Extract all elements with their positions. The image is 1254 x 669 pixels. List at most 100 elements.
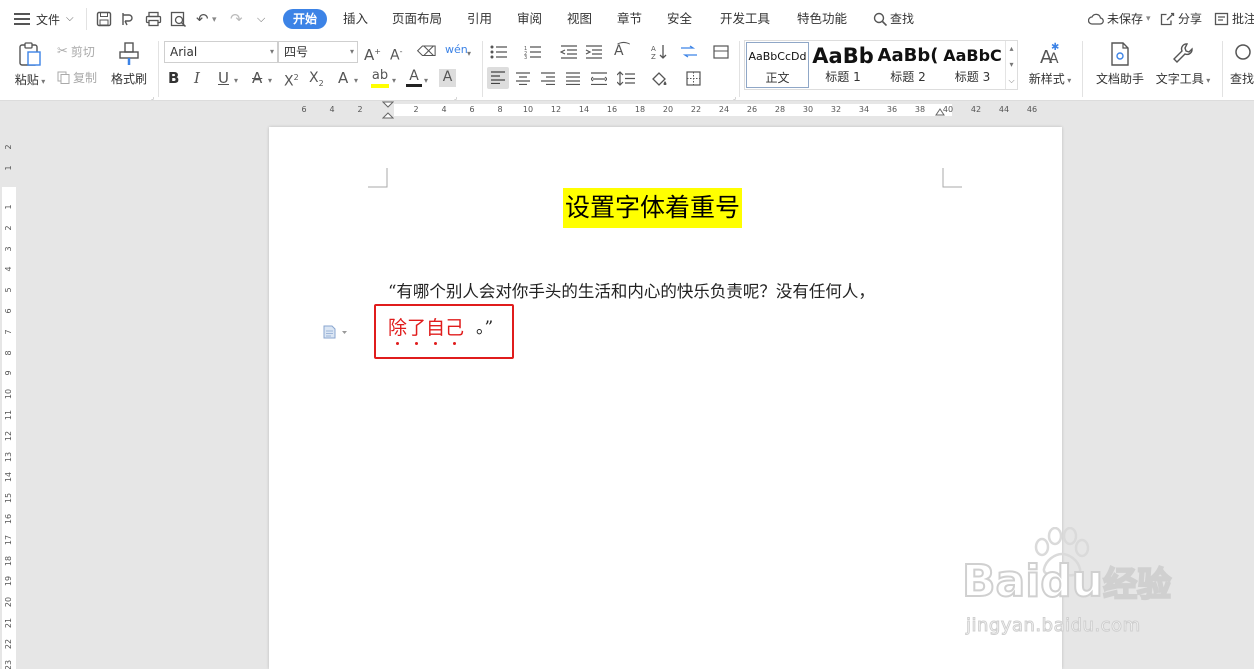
tab-security[interactable]: 安全 <box>667 10 692 28</box>
phonetic-guide-icon[interactable]: wén <box>445 42 468 58</box>
menu-bar: 文件 ⌵ ↶ ▾ ↷ ⌵ 开始 插入 页面布局 引用 审阅 视图 章节 安全 开… <box>0 0 1254 37</box>
font-color-button[interactable]: A <box>406 68 422 87</box>
grow-font-icon[interactable]: A+ <box>364 44 381 63</box>
ruler-tick-label: 2 <box>4 225 13 231</box>
styles-scroll[interactable]: ▴ ▾ ⌵ <box>1005 41 1017 89</box>
group-launcher-icon[interactable]: ⌟ <box>733 93 736 101</box>
distribute-icon[interactable] <box>591 72 607 85</box>
scroll-up-icon[interactable]: ▴ <box>1006 41 1017 57</box>
save-icon[interactable] <box>96 11 112 27</box>
increase-indent-icon[interactable] <box>585 45 603 59</box>
undo-dropdown-icon[interactable]: ▾ <box>212 12 217 28</box>
sort-icon[interactable]: AZ <box>651 44 667 60</box>
document-title[interactable]: 设置字体着重号 <box>563 188 743 228</box>
undo-icon[interactable]: ↶ <box>196 11 209 27</box>
clear-format-icon[interactable]: ⌫ <box>417 44 437 60</box>
tab-review[interactable]: 审阅 <box>517 10 542 28</box>
copy-button[interactable]: 复制 <box>57 69 97 86</box>
bullet-list-icon[interactable] <box>490 45 508 59</box>
search-command[interactable]: 查找 <box>873 10 914 27</box>
chevron-down-icon[interactable]: ▾ <box>467 46 471 62</box>
quick-access-more-icon[interactable]: ⌵ <box>257 11 265 27</box>
style-sample: AaBbCcDd <box>748 50 807 63</box>
text-tools-button[interactable]: 文字工具 ▾ <box>1152 41 1214 87</box>
italic-icon[interactable]: I <box>194 70 200 86</box>
table-tools-icon[interactable] <box>713 45 729 59</box>
scroll-down-icon[interactable]: ▾ <box>1006 57 1017 73</box>
right-indent-marker-icon[interactable] <box>935 107 945 117</box>
subscript-icon[interactable]: X2 <box>309 70 324 92</box>
decrease-indent-icon[interactable] <box>560 45 578 59</box>
ruler-tick-label: 34 <box>858 105 870 114</box>
tab-features[interactable]: 特色功能 <box>797 10 847 28</box>
tab-section[interactable]: 章节 <box>617 10 642 28</box>
chevron-down-icon[interactable]: ▾ <box>268 73 272 89</box>
indent-marker-icon[interactable] <box>382 101 394 119</box>
character-shading-icon[interactable]: A <box>439 69 456 87</box>
paragraph-layout-icon[interactable] <box>322 325 350 339</box>
export-icon[interactable] <box>120 11 136 27</box>
vertical-ruler[interactable]: 2 1 1 2 3 4 5 6 7 8 9 10 11 12 13 14 15 16 17 18 19 20 21 22 23 <box>0 101 18 669</box>
group-launcher-icon[interactable]: ⌟ <box>454 93 457 101</box>
tab-start[interactable]: 开始 <box>283 9 327 29</box>
emphasis-char: 除 <box>388 317 408 345</box>
chevron-down-icon[interactable]: ▾ <box>424 73 428 89</box>
tab-developer[interactable]: 开发工具 <box>720 10 770 28</box>
paste-label: 粘贴 <box>14 73 39 87</box>
align-center-icon[interactable] <box>516 72 530 85</box>
strikethrough-icon[interactable]: A <box>252 70 262 86</box>
style-heading-2[interactable]: AaBb( 标题 2 <box>876 42 940 88</box>
font-name-select[interactable]: Arial ▾ <box>164 41 278 63</box>
tab-page-layout[interactable]: 页面布局 <box>392 10 442 28</box>
chevron-down-icon[interactable]: ▾ <box>392 73 396 89</box>
tab-references[interactable]: 引用 <box>467 10 492 28</box>
ruler-tick-label: 24 <box>718 105 730 114</box>
font-size-select[interactable]: 四号 ▾ <box>278 41 358 63</box>
redo-icon[interactable]: ↷ <box>230 11 243 27</box>
cut-button[interactable]: ✂ 剪切 <box>57 43 95 60</box>
style-heading-3[interactable]: AaBbC 标题 3 <box>941 42 1004 88</box>
divider <box>86 8 87 30</box>
emphasized-text[interactable]: 除了自己 <box>388 315 464 345</box>
unsaved-status[interactable]: 未保存 ▾ <box>1088 10 1151 27</box>
group-launcher-icon[interactable]: ⌟ <box>151 93 154 101</box>
shading-icon[interactable] <box>651 71 669 86</box>
borders-icon[interactable] <box>686 71 701 86</box>
paste-button[interactable]: 粘贴 ▾ <box>10 41 50 88</box>
doc-helper-button[interactable]: 文档助手 <box>1092 41 1148 87</box>
chevron-down-icon: ▾ <box>38 77 46 86</box>
tab-view[interactable]: 视图 <box>567 10 592 28</box>
superscript-icon[interactable]: X2 <box>284 70 299 90</box>
new-style-button[interactable]: A A ✱ 新样式 ▾ <box>1024 41 1076 87</box>
underline-icon[interactable]: U <box>218 70 229 86</box>
gallery-more-icon[interactable]: ⌵ <box>1006 73 1017 89</box>
format-painter-button[interactable]: 格式刷 <box>108 41 150 87</box>
highlight-color-button[interactable]: ab <box>371 68 389 88</box>
ruler-tick-label: 36 <box>886 105 898 114</box>
paragraph-line-1[interactable]: “有哪个别人会对你手头的生活和内心的快乐负责呢？没有任何人， <box>388 280 875 304</box>
horizontal-ruler[interactable]: 6 4 2 2 4 6 8 10 12 14 16 18 20 22 24 26 28 30 32 34 36 38 40 4… <box>18 101 1254 119</box>
print-preview-icon[interactable] <box>170 11 187 27</box>
align-right-icon[interactable] <box>541 72 555 85</box>
file-menu[interactable]: 文件 ⌵ <box>14 9 74 29</box>
chevron-down-icon[interactable]: ▾ <box>234 73 238 89</box>
text-effect-icon[interactable]: A <box>338 70 348 86</box>
print-icon[interactable] <box>145 11 162 27</box>
text-direction-icon[interactable]: A͡ <box>614 43 624 59</box>
shrink-font-icon[interactable]: A- <box>390 44 402 64</box>
align-left-button[interactable] <box>487 67 509 89</box>
ruler-tick-label: 46 <box>1026 105 1038 114</box>
style-heading-1[interactable]: AaBb 标题 1 <box>811 42 875 88</box>
tab-insert[interactable]: 插入 <box>343 10 368 28</box>
justify-icon[interactable] <box>566 72 580 85</box>
bold-icon[interactable]: B <box>168 70 179 86</box>
comment-button[interactable]: 批注 <box>1214 10 1254 27</box>
format-painter-icon <box>119 42 139 65</box>
style-normal[interactable]: AaBbCcDd 正文 <box>746 42 809 88</box>
share-button[interactable]: 分享 <box>1160 10 1202 27</box>
chevron-down-icon[interactable]: ▾ <box>354 73 358 89</box>
numbered-list-icon[interactable]: 123 <box>524 45 542 59</box>
find-button[interactable]: 查找 <box>1230 41 1254 87</box>
show-marks-icon[interactable] <box>680 45 698 59</box>
line-spacing-icon[interactable] <box>617 71 635 86</box>
